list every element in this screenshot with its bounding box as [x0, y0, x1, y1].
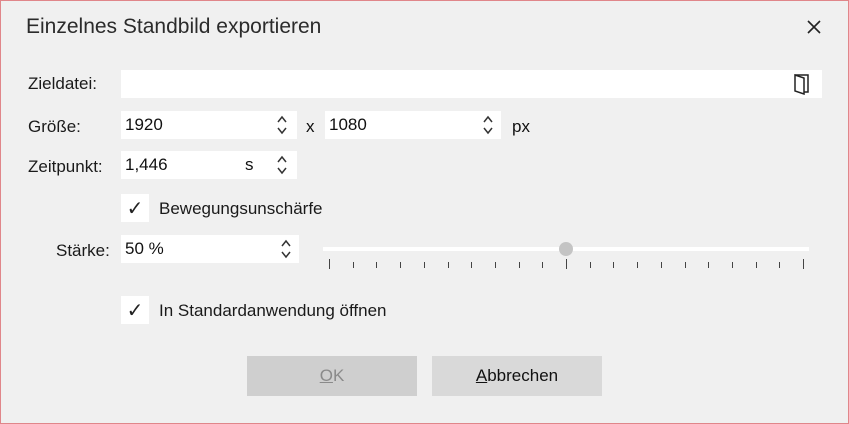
motion-blur-label: Bewegungsunschärfe [159, 199, 323, 218]
spinner-arrows-icon [281, 239, 291, 259]
strength-spinner[interactable] [277, 235, 295, 263]
strength-label: Stärke: [56, 241, 110, 260]
browse-button[interactable] [791, 73, 813, 96]
close-button[interactable] [796, 9, 832, 45]
width-value: 1920 [125, 115, 163, 134]
slider-tick [708, 262, 710, 268]
cancel-mnemonic: A [475, 366, 488, 385]
slider-tick [447, 262, 449, 268]
time-stepper[interactable]: 1,446 s [121, 151, 297, 179]
close-icon [807, 20, 821, 34]
time-spinner[interactable] [273, 151, 291, 179]
height-stepper[interactable]: 1080 [325, 111, 501, 139]
slider-tick [352, 262, 354, 268]
export-still-dialog: Einzelnes Standbild exportieren Zieldate… [0, 0, 849, 424]
motion-blur-checkbox[interactable]: ✓ [121, 194, 149, 222]
slider-tick [589, 262, 591, 268]
slider-tick [423, 262, 425, 268]
slider-tick [494, 262, 496, 268]
slider-tick [779, 262, 781, 268]
target-file-label: Zieldatei: [28, 74, 97, 93]
ok-label-rest: K [332, 366, 345, 385]
target-file-input[interactable] [125, 74, 779, 94]
slider-tick [731, 262, 733, 268]
height-value: 1080 [329, 115, 367, 134]
width-stepper[interactable]: 1920 [121, 111, 297, 139]
slider-tick [637, 262, 639, 268]
slider-tick [566, 259, 567, 269]
slider-tick [400, 262, 402, 268]
slider-tick [613, 262, 615, 268]
strength-value: 50 % [125, 239, 164, 258]
size-separator: x [306, 117, 315, 136]
cancel-label-rest: bbrechen [487, 366, 559, 385]
open-default-label: In Standardanwendung öffnen [159, 301, 387, 320]
slider-tick [471, 262, 473, 268]
size-label: Größe: [28, 117, 81, 136]
time-unit: s [245, 155, 254, 174]
slider-tick [755, 262, 757, 268]
strength-stepper[interactable]: 50 % [121, 235, 299, 263]
open-default-checkbox[interactable]: ✓ [121, 296, 149, 324]
time-label: Zeitpunkt: [28, 157, 103, 176]
target-file-field[interactable] [121, 70, 822, 98]
height-spinner[interactable] [479, 111, 497, 139]
slider-tick [803, 259, 804, 269]
width-spinner[interactable] [273, 111, 291, 139]
ok-mnemonic: O [319, 366, 333, 385]
checkmark-icon: ✓ [126, 299, 144, 322]
slider-tick [660, 262, 662, 268]
slider-tick [518, 262, 520, 268]
ok-button[interactable]: OK [247, 356, 417, 396]
checkmark-icon: ✓ [126, 197, 144, 220]
size-unit: px [512, 117, 530, 136]
spinner-arrows-icon [277, 115, 287, 135]
time-value: 1,446 [125, 155, 168, 174]
slider-tick [376, 262, 378, 268]
strength-slider-ticks [323, 259, 809, 271]
cancel-button[interactable]: Abbrechen [432, 356, 602, 396]
dialog-title: Einzelnes Standbild exportieren [26, 15, 322, 38]
slider-tick [684, 262, 686, 268]
slider-tick [329, 259, 330, 269]
spinner-arrows-icon [483, 115, 493, 135]
spinner-arrows-icon [277, 155, 287, 175]
folder-door-icon [794, 73, 809, 96]
slider-tick [542, 262, 544, 268]
strength-slider-thumb[interactable] [559, 242, 573, 256]
